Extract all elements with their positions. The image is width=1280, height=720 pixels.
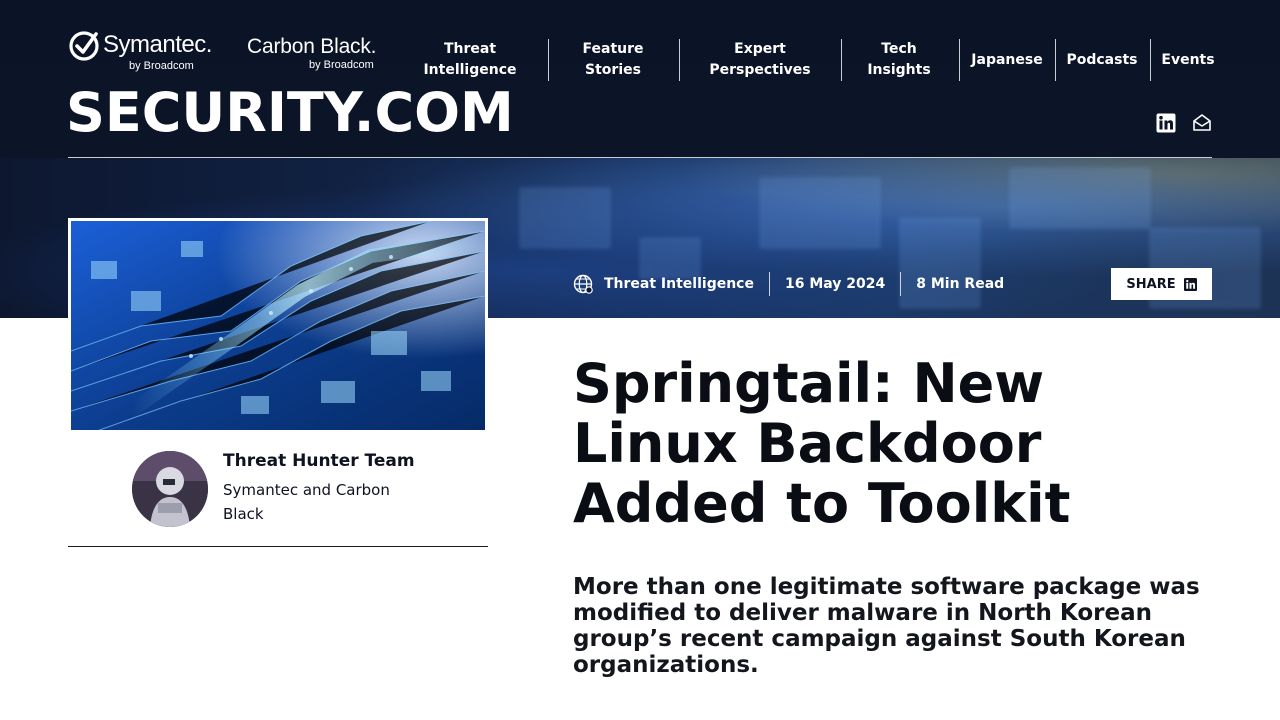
nav-item-podcasts[interactable]: Podcasts: [1062, 38, 1142, 82]
meta-divider: [900, 272, 902, 296]
author-name[interactable]: Threat Hunter Team: [223, 451, 415, 471]
author-organization: Symantec and Carbon Black: [223, 481, 390, 523]
globe-icon: [572, 272, 596, 296]
nav-divider: [1150, 39, 1151, 81]
nav-divider: [1055, 39, 1056, 81]
article-title: Springtail: New Linux Backdoor Added to …: [573, 352, 1071, 535]
nav-divider: [841, 39, 842, 81]
site-brand[interactable]: SECURITY.COM: [66, 82, 514, 144]
nav-item-japanese[interactable]: Japanese: [968, 38, 1046, 82]
nav-item-feature-stories[interactable]: Feature Stories: [568, 38, 658, 82]
article-hero-image: [68, 218, 488, 430]
mail-icon[interactable]: [1191, 112, 1213, 134]
article-category[interactable]: Threat Intelligence: [604, 276, 754, 292]
article-deck: More than one legitimate software packag…: [573, 574, 1200, 678]
article-meta: Threat Intelligence 16 May 2024 8 Min Re…: [572, 270, 1004, 298]
header-divider: [68, 157, 1212, 158]
article-date: 16 May 2024: [784, 276, 886, 292]
nav-item-tech-insights[interactable]: Tech Insights: [859, 38, 939, 82]
article-read-time: 8 Min Read: [916, 276, 1005, 292]
main-nav: Threat Intelligence Feature Stories Expe…: [0, 38, 1280, 82]
avatar[interactable]: [132, 451, 208, 527]
share-button[interactable]: SHARE: [1111, 268, 1212, 300]
nav-divider: [959, 39, 960, 81]
nav-item-threat-intelligence[interactable]: Threat Intelligence: [415, 38, 525, 82]
page: Symantec. by Broadcom Carbon Black. by B…: [0, 0, 1280, 720]
linkedin-icon[interactable]: [1155, 112, 1177, 134]
nav-divider: [548, 39, 549, 81]
nav-item-events[interactable]: Events: [1160, 38, 1216, 82]
linkedin-icon: [1183, 277, 1197, 291]
author-divider: [68, 546, 488, 547]
nav-divider: [679, 39, 680, 81]
share-label: SHARE: [1126, 276, 1176, 292]
meta-divider: [768, 272, 770, 296]
nav-item-expert-perspectives[interactable]: Expert Perspectives: [700, 38, 820, 82]
